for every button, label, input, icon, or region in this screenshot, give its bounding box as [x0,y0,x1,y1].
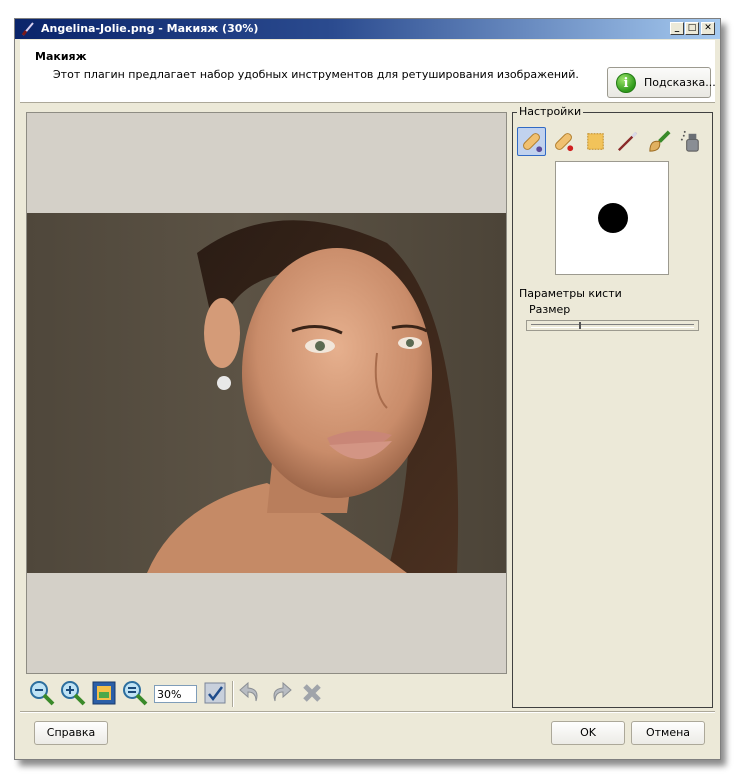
plugin-header: Макияж Этот плагин предлагает набор удоб… [20,40,716,103]
hint-button[interactable]: i Подсказка... [607,67,716,98]
brush-app-icon [21,22,34,36]
thin-brush-tool[interactable] [613,127,642,156]
maximize-button[interactable]: □ [685,22,699,35]
zoom-level-input[interactable] [154,685,197,703]
fit-to-window-icon[interactable] [90,679,118,707]
image-preview-area[interactable] [26,112,507,674]
portrait-image [147,220,459,573]
makeup-brush-tool[interactable] [645,127,674,156]
sponge-icon [587,133,604,150]
window-title: Angelina-Jolie.png - Макияж (30%) [41,22,259,35]
brush-preview [555,161,669,275]
settings-legend: Настройки [517,105,584,118]
minimize-button[interactable]: _ [670,22,684,35]
sponge-tool[interactable] [581,127,610,156]
hint-button-label: Подсказка... [644,76,716,89]
brush-shape-dot [598,203,628,233]
size-label: Размер [529,303,571,316]
preview-toolbar [26,677,346,707]
red-plaster-icon [555,133,574,152]
plaster-brush-icon [523,133,543,153]
help-button[interactable]: Справка [34,721,108,745]
red-plaster-tool[interactable] [549,127,578,156]
photo-preview[interactable] [27,213,506,573]
spray-icon [680,130,699,152]
ok-button[interactable]: OK [551,721,625,745]
delete-icon[interactable] [298,679,326,707]
cancel-button[interactable]: Отмена [631,721,705,745]
plugin-title: Макияж [35,50,87,63]
slider-thumb[interactable] [579,322,581,329]
toolbar-separator [232,681,234,707]
redo-icon[interactable] [267,679,295,707]
footer-separator [20,711,715,713]
brush-params-label: Параметры кисти [519,287,622,300]
plugin-dialog: Angelina-Jolie.png - Макияж (30%) _ □ ✕ … [14,18,721,760]
settings-panel: Настройки Параметры кисти Размер [512,105,713,708]
close-button[interactable]: ✕ [701,22,715,35]
size-slider[interactable] [526,320,699,331]
plugin-description: Этот плагин предлагает набор удобных инс… [53,68,579,81]
thin-brush-icon [617,131,638,152]
title-bar[interactable]: Angelina-Jolie.png - Макияж (30%) _ □ ✕ [15,19,720,39]
makeup-brush-icon [649,130,671,152]
zoom-in-icon[interactable] [59,679,87,707]
undo-icon[interactable] [236,679,264,707]
apply-icon[interactable] [201,679,229,707]
slider-track [531,324,694,328]
info-icon: i [616,73,636,93]
plaster-brush-tool[interactable] [517,127,546,156]
zoom-out-icon[interactable] [28,679,56,707]
actual-size-icon[interactable] [121,679,149,707]
spray-tool[interactable] [677,127,706,156]
